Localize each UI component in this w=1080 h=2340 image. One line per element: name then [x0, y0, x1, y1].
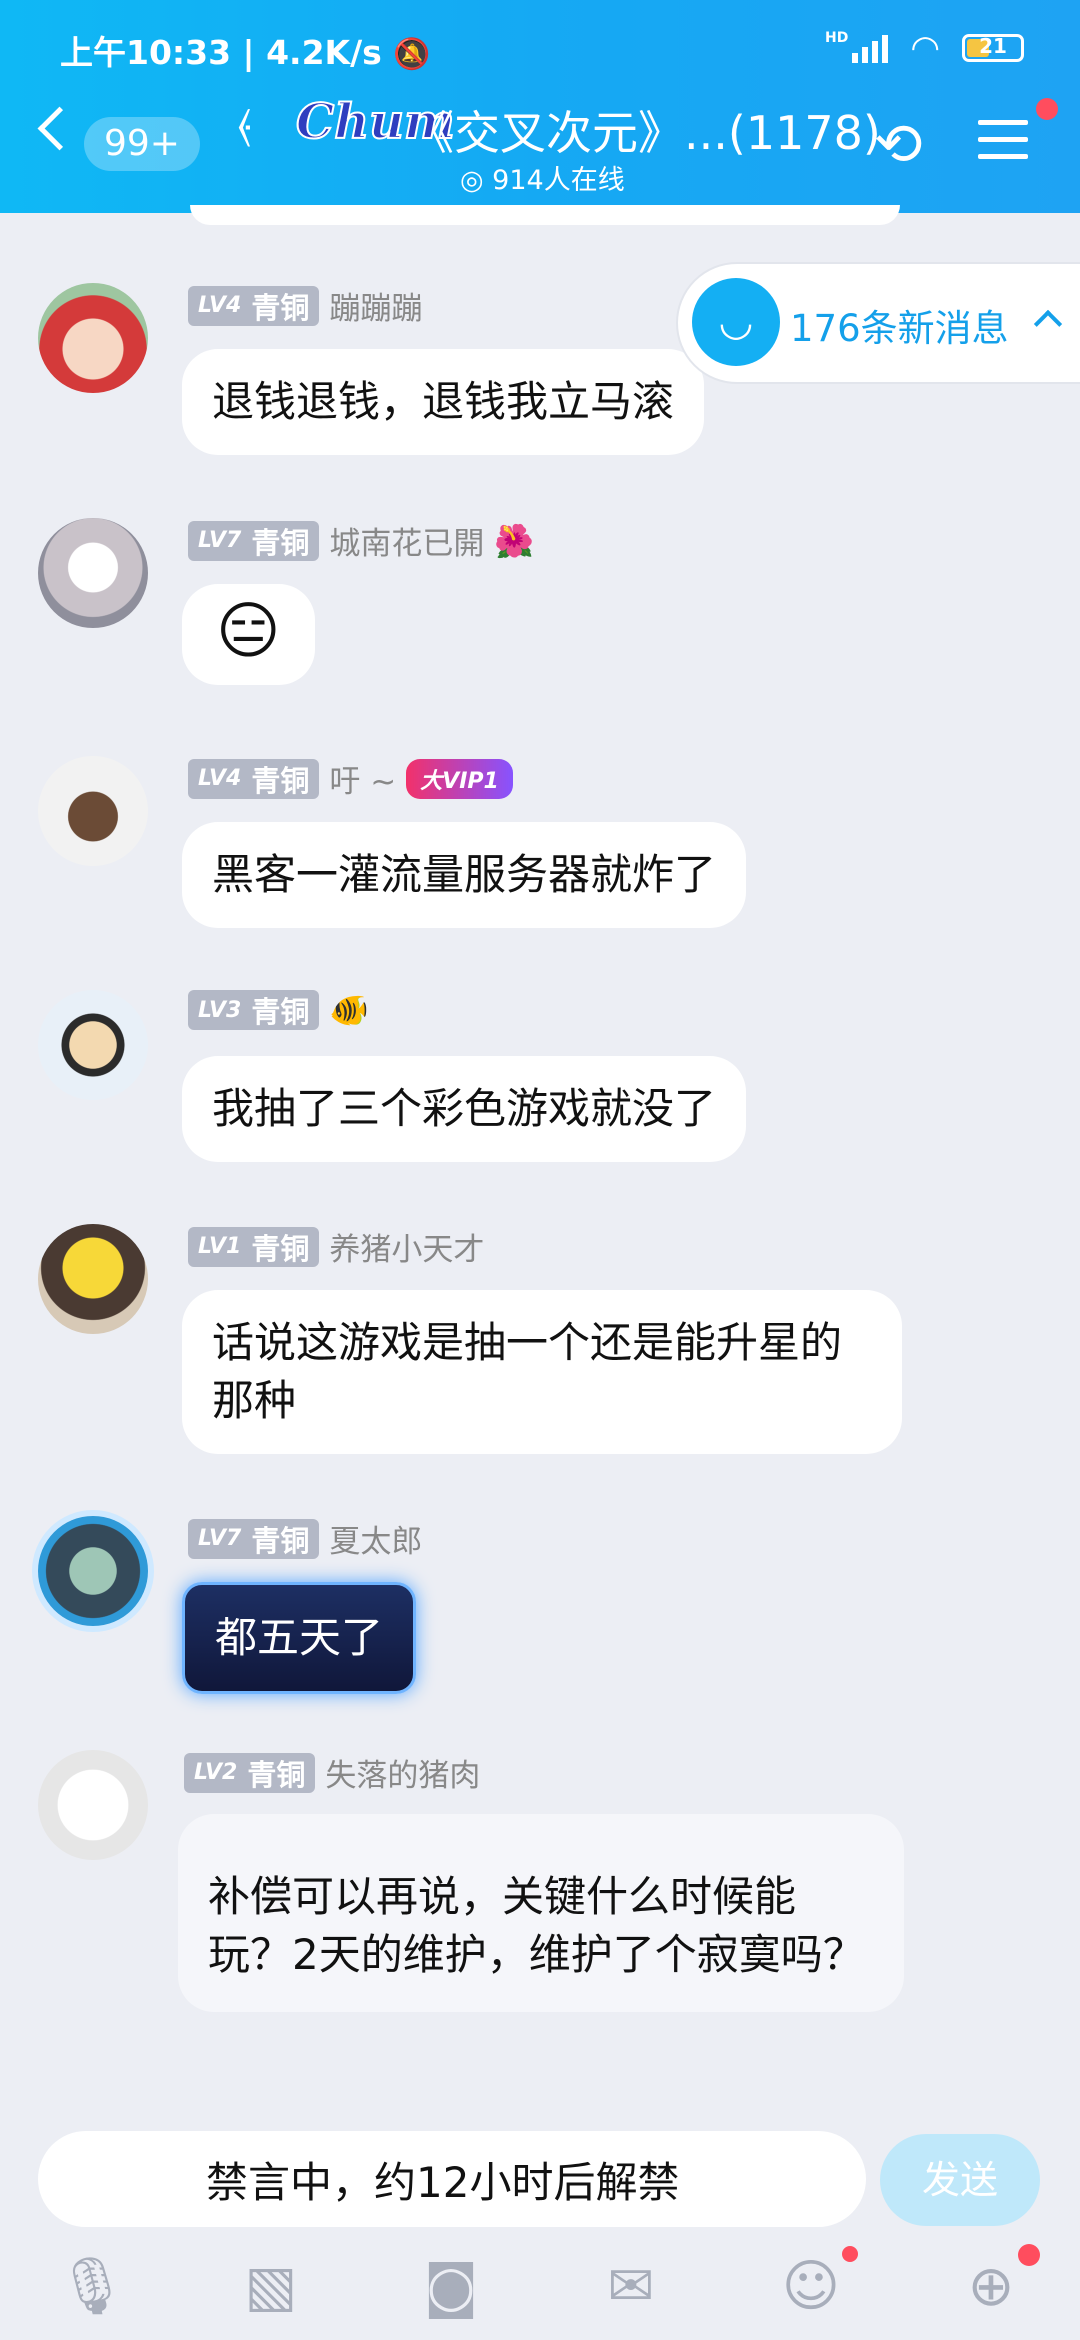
sender-name[interactable]: 吁 ~	[329, 756, 396, 801]
rank-label: 青铜	[251, 1231, 310, 1266]
ear-icon[interactable]: ⦑	[238, 102, 251, 148]
previous-message-bubble	[190, 205, 900, 225]
level-badge: LV7 青铜	[188, 520, 320, 561]
level-label: LV3	[198, 997, 242, 1023]
level-badge: LV4 青铜	[188, 285, 320, 326]
level-label: LV7	[198, 528, 242, 553]
message-bubble[interactable]: 话说这游戏是抽一个还是能升星的那种	[182, 1290, 902, 1454]
avatar[interactable]	[38, 1750, 148, 1860]
avatar[interactable]	[38, 1224, 148, 1334]
rank-label: 青铜	[251, 1523, 310, 1558]
emoji-notification-dot	[842, 2246, 858, 2262]
rank-label: 青铜	[251, 290, 310, 325]
emoji-sticker: 😑	[216, 594, 281, 667]
avatar[interactable]	[38, 283, 148, 393]
status-time: 上午10:33	[60, 33, 232, 72]
wifi-icon: ◠	[910, 28, 940, 68]
level-badge: LV1 青铜	[188, 1226, 320, 1267]
level-label: LV1	[198, 1234, 242, 1259]
sender-name[interactable]: 失落的猪肉	[325, 1750, 480, 1795]
camera-icon[interactable]: ◙	[416, 2252, 486, 2322]
unread-count-badge[interactable]: 99+	[84, 117, 200, 171]
level-badge: LV7 青铜	[188, 1518, 320, 1559]
muted-notice: 禁言中，约12小时后解禁	[206, 2158, 680, 2207]
message-bubble[interactable]: 我抽了三个彩色游戏就没了	[182, 1056, 747, 1162]
level-badge: LV3 青铜	[188, 990, 320, 1030]
message-bubble-icon: ◡	[692, 278, 780, 366]
chevron-up-icon	[1033, 309, 1063, 339]
level-badge: LV4 青铜	[188, 758, 320, 799]
plus-notification-dot	[1018, 2244, 1040, 2266]
hd-label: HD	[824, 30, 849, 46]
avatar[interactable]	[38, 1516, 148, 1626]
flower-badge-icon: 🌺	[494, 521, 535, 560]
fish-badge-icon: 🐠	[329, 991, 370, 1029]
battery-icon: 21	[962, 34, 1024, 62]
send-button[interactable]: 发送	[880, 2134, 1040, 2226]
message-bubble[interactable]: 退钱退钱，退钱我立马滚	[182, 349, 705, 455]
avatar[interactable]	[38, 990, 148, 1100]
plus-icon[interactable]: ⊕	[956, 2252, 1026, 2322]
emoji-icon[interactable]: ☺	[776, 2252, 846, 2322]
status-bar: 上午10:33 | 4.2K/s 🔕	[60, 33, 431, 72]
rank-label: 青铜	[251, 763, 310, 798]
sender-name[interactable]: 蹦蹦蹦	[329, 283, 422, 328]
status-speed: 4.2K/s	[266, 33, 382, 72]
rank-label: 青铜	[247, 1757, 306, 1792]
input-toolbar: 🎙 ▧ ◙ ✉ ☺ ⊕	[0, 2240, 1080, 2340]
level-label: LV4	[198, 766, 242, 791]
group-share-icon[interactable]: ⟲	[874, 110, 923, 178]
sender-name[interactable]: 养猪小天才	[329, 1224, 484, 1269]
rank-label: 青铜	[251, 995, 310, 1029]
level-label: LV4	[198, 293, 242, 318]
chat-header: 上午10:33 | 4.2K/s 🔕 HD ◠ 21 99+ ⦑ Chum 《交…	[0, 0, 1080, 213]
battery-level: 21	[979, 34, 1007, 58]
sender-name[interactable]: 夏太郎	[329, 1516, 422, 1561]
level-label: LV2	[194, 1760, 238, 1785]
level-label: LV7	[198, 1526, 242, 1551]
back-icon[interactable]	[37, 106, 82, 151]
avatar[interactable]	[38, 756, 148, 866]
new-messages-pill[interactable]: ◡ 176条新消息	[676, 262, 1080, 384]
message-input[interactable]: 禁言中，约12小时后解禁	[38, 2131, 866, 2227]
mute-icon: 🔕	[393, 37, 431, 72]
image-icon[interactable]: ▧	[236, 2252, 306, 2322]
avatar[interactable]	[38, 518, 148, 628]
level-badge: LV2 青铜	[184, 1752, 316, 1793]
message-bubble[interactable]: 都五天了	[182, 1582, 417, 1694]
online-count[interactable]: ◎ 914人在线	[460, 158, 625, 197]
signal-icon	[852, 33, 889, 63]
group-title[interactable]: 《交叉次元》...(1178)	[408, 97, 881, 163]
menu-icon[interactable]	[978, 120, 1028, 171]
status-icons: HD ◠ 21	[825, 28, 1024, 68]
microphone-icon[interactable]: 🎙	[56, 2252, 127, 2322]
message-bubble[interactable]: 黑客一灌流量服务器就炸了	[182, 822, 747, 928]
new-messages-count: 176条新消息	[790, 307, 1009, 350]
rank-label: 青铜	[251, 525, 310, 560]
red-packet-icon[interactable]: ✉	[596, 2252, 666, 2322]
menu-notification-dot	[1036, 98, 1058, 120]
vip-badge: 大VIP1	[406, 758, 513, 799]
message-bubble[interactable]: 补偿可以再说，关键什么时候能玩？2天的维护，维护了个寂寞吗？	[178, 1814, 904, 2012]
online-count-text: 914人在线	[492, 165, 625, 196]
sender-name[interactable]: 城南花已開	[329, 518, 484, 563]
message-bubble[interactable]: 😑	[182, 584, 315, 685]
